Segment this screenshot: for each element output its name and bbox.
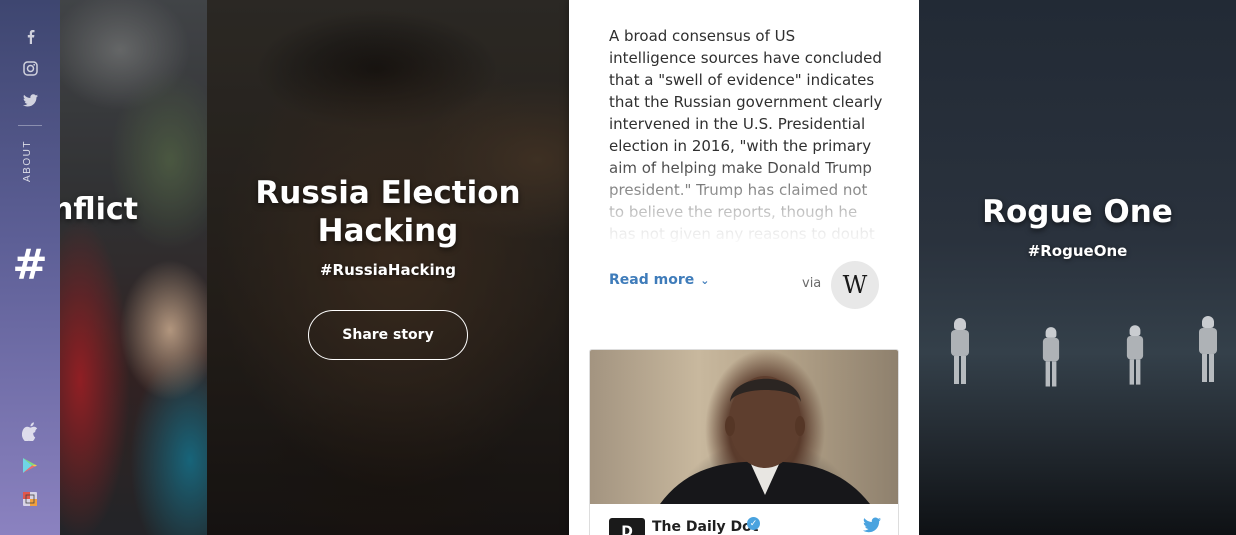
- twitter-icon[interactable]: [20, 90, 40, 110]
- story-title-line-2: Hacking: [317, 213, 459, 249]
- chevron-down-icon: ⌄: [700, 273, 710, 287]
- trooper-figure: [1125, 325, 1145, 385]
- wikipedia-icon[interactable]: W: [831, 261, 879, 309]
- story-hashtag: #RogueOne: [1027, 242, 1128, 260]
- story-card-rogue-one[interactable]: Rogue One #RogueOne: [919, 0, 1236, 535]
- instagram-icon[interactable]: [20, 58, 40, 78]
- tweet-card[interactable]: D The Daily Dot ✓: [589, 349, 899, 535]
- share-story-button[interactable]: Share story: [308, 310, 468, 360]
- verified-badge-icon: ✓: [747, 517, 760, 530]
- story-detail-card: A broad consensus of US intelligence sou…: [569, 0, 919, 535]
- story-title: Rogue One: [982, 194, 1173, 230]
- trooper-figure: [949, 318, 971, 388]
- trooper-figure: [1197, 316, 1219, 390]
- story-title: nflict: [60, 192, 139, 227]
- apple-icon[interactable]: [20, 421, 40, 441]
- trooper-figure: [1041, 327, 1061, 387]
- twitter-bird-icon[interactable]: [863, 517, 881, 533]
- daily-dot-logo[interactable]: D: [609, 518, 645, 535]
- story-title-line-1: Russia Election: [255, 175, 521, 211]
- read-more-label: Read more: [609, 272, 695, 288]
- google-play-icon[interactable]: [20, 455, 40, 475]
- story-card-conflict[interactable]: nflict: [60, 0, 207, 535]
- story-title-block: Russia Election Hacking: [207, 174, 569, 250]
- story-card-russia-hacking[interactable]: Russia Election Hacking #RussiaHacking S…: [207, 0, 569, 535]
- hashtag-logo[interactable]: #: [11, 238, 49, 292]
- about-link[interactable]: ABOUT: [22, 140, 33, 182]
- text-fade: [609, 155, 884, 247]
- image-overlay: [60, 0, 207, 535]
- tweet-header: D The Daily Dot ✓: [590, 505, 898, 535]
- facebook-icon[interactable]: [20, 26, 40, 46]
- left-sidebar: ABOUT #: [0, 0, 60, 535]
- story-hashtag: #RussiaHacking: [319, 261, 457, 279]
- tweet-image[interactable]: [590, 350, 898, 504]
- tweet-account-name[interactable]: The Daily Dot: [652, 519, 758, 535]
- amazon-icon[interactable]: [20, 489, 40, 509]
- read-more-link[interactable]: Read more ⌄: [609, 272, 709, 288]
- sidebar-divider: [18, 125, 42, 126]
- via-label: via: [802, 276, 822, 291]
